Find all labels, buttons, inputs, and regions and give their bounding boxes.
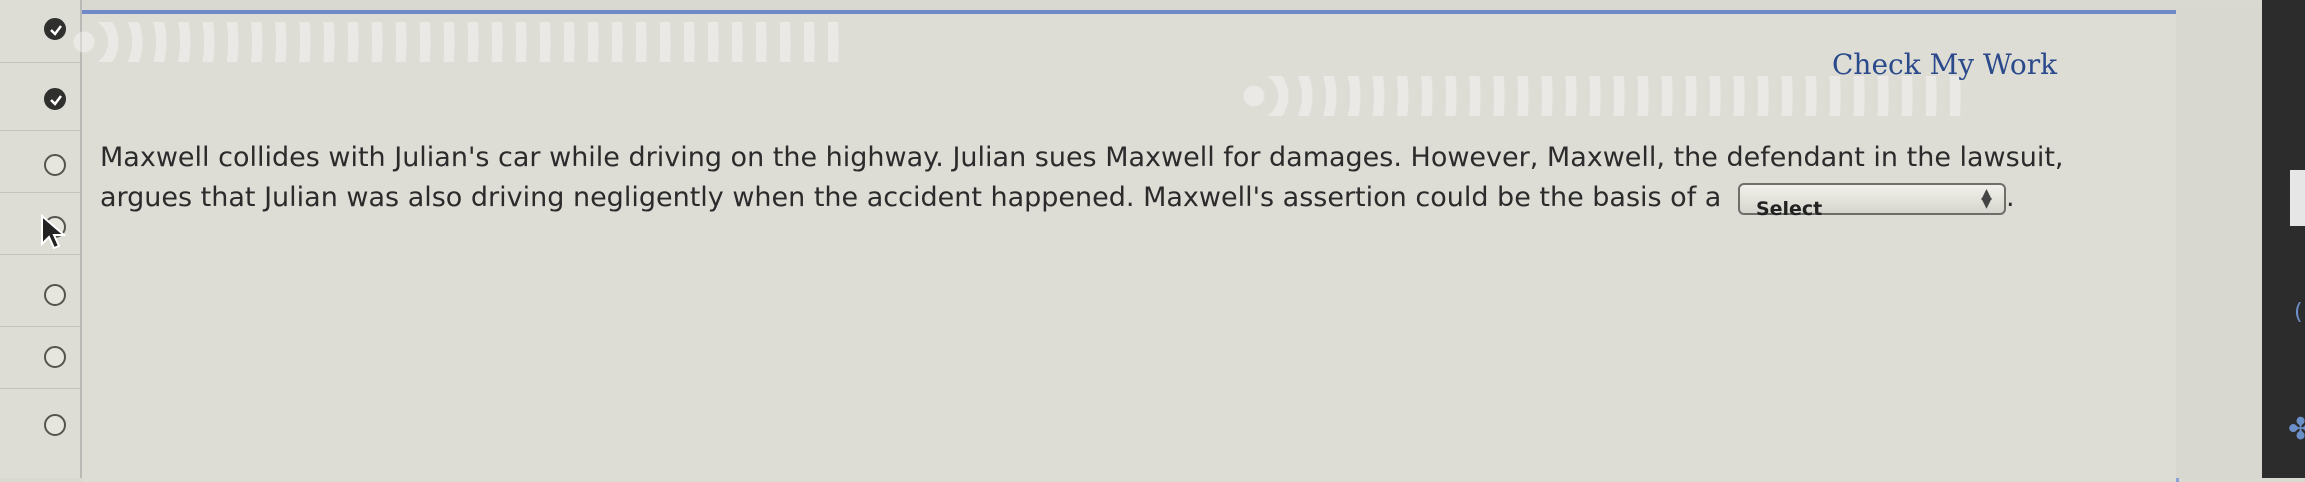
select-arrows-icon: ▲ ▼: [1981, 185, 1992, 211]
question-nav-item-6[interactable]: [0, 326, 80, 389]
question-nav-item-3[interactable]: [0, 130, 80, 193]
answer-select-value: Select: [1755, 197, 1823, 220]
side-panel: [2262, 0, 2305, 478]
side-tab[interactable]: [2290, 170, 2305, 226]
empty-circle-icon: [44, 414, 66, 436]
empty-circle-icon: [44, 154, 66, 176]
check-circle-icon: [44, 88, 66, 110]
question-nav-item-5[interactable]: [0, 264, 80, 327]
question-line-1: Maxwell collides with Julian's car while…: [100, 142, 2064, 173]
question-text: Maxwell collides with Julian's car while…: [100, 138, 2160, 220]
empty-circle-icon: [44, 346, 66, 368]
question-nav-item-7[interactable]: [0, 388, 80, 450]
share-icon[interactable]: ✤: [2288, 412, 2305, 447]
question-period: .: [2005, 182, 2015, 213]
empty-circle-icon: [44, 284, 66, 306]
bracket-icon: (: [2294, 300, 2303, 325]
question-nav-item-1[interactable]: [0, 0, 80, 63]
decorative-pattern: [72, 22, 852, 62]
question-line-2: argues that Julian was also driving negl…: [100, 182, 1722, 213]
scroll-gutter: [2176, 10, 2262, 478]
mouse-cursor-icon: [41, 214, 66, 250]
question-nav-item-2[interactable]: [0, 68, 80, 131]
check-my-work-link[interactable]: Check My Work: [1832, 48, 2057, 81]
decorative-pattern: [1242, 76, 1962, 116]
answer-select[interactable]: Select ▲ ▼: [1737, 182, 2006, 220]
check-circle-icon: [44, 18, 66, 40]
